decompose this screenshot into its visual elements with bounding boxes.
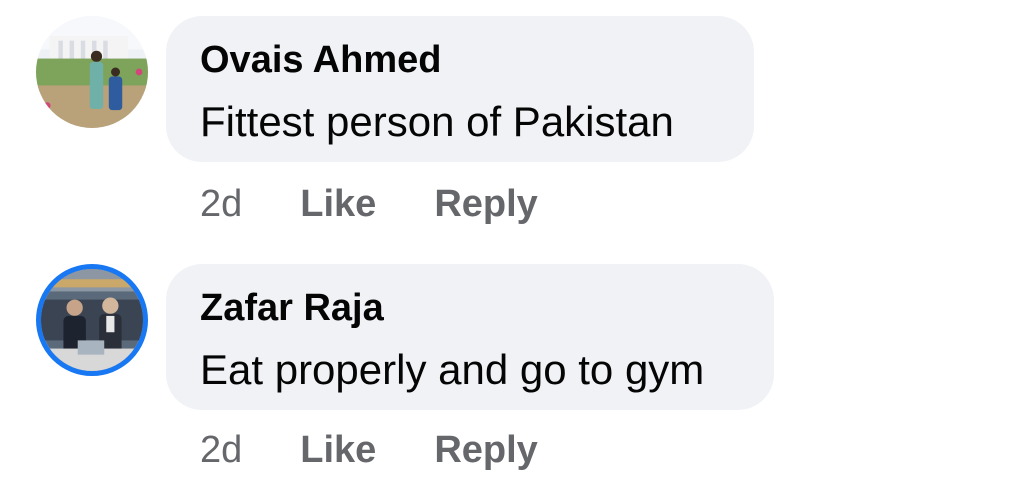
profile-photo [36, 16, 148, 128]
comment-timestamp[interactable]: 2d [200, 428, 242, 472]
comment-timestamp[interactable]: 2d [200, 182, 242, 226]
comment-author[interactable]: Zafar Raja [200, 286, 740, 330]
profile-photo [41, 269, 143, 371]
reply-button[interactable]: Reply [434, 182, 537, 226]
avatar[interactable] [36, 264, 148, 376]
comment-bubble: Ovais Ahmed Fittest person of Pakistan [166, 16, 754, 162]
comment-actions: 2d Like Reply [200, 182, 596, 226]
like-button[interactable]: Like [300, 428, 376, 472]
comment-text: Eat properly and go to gym [200, 346, 705, 393]
avatar[interactable] [36, 16, 148, 128]
comment-actions: 2d Like Reply [200, 428, 596, 472]
comment-text: Fittest person of Pakistan [200, 98, 674, 145]
like-button[interactable]: Like [300, 182, 376, 226]
comment-bubble: Zafar Raja Eat properly and go to gym [166, 264, 774, 410]
reply-button[interactable]: Reply [434, 428, 537, 472]
comment-author[interactable]: Ovais Ahmed [200, 38, 720, 82]
